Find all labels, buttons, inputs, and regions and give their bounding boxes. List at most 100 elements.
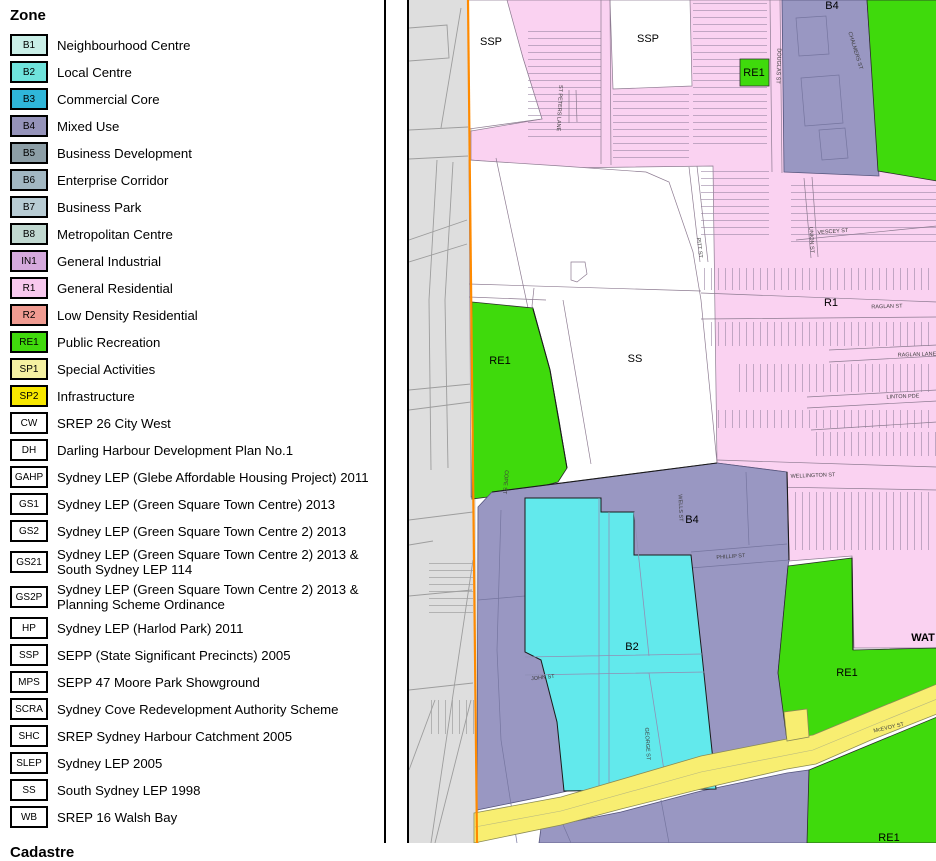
zone-swatch-b2: B2 [10,61,48,83]
zone-swatch-b4: B4 [10,115,48,137]
legend-row-b8: B8 Metropolitan Centre [10,223,384,245]
zone-swatch-r2: R2 [10,304,48,326]
zone-label-b7: Business Park [57,200,141,215]
zone-label-gs1: Sydney LEP (Green Square Town Centre) 20… [57,497,335,512]
zone-map-label-7: B4 [685,514,698,526]
road-side-stub [784,709,809,741]
zone-swatch-b8: B8 [10,223,48,245]
zone-swatch-sp1: SP1 [10,358,48,380]
zone-label-b1: Neighbourhood Centre [57,38,190,53]
legend-row-r1: R1General Residential [10,277,384,299]
zone-swatch-re1: RE1 [10,331,48,353]
zone-swatch-wb: WB [10,806,48,828]
zone-map-label-3: RE1 [743,67,764,79]
zone-swatch-dh: DH [10,439,48,461]
legend-row-gahp: GAHP Sydney LEP (Glebe Affordable Housing… [10,466,384,488]
legend-row-ssp: SSP SEPP (State Significant Precincts) 20… [10,644,384,666]
zone-swatch-slep: SLEP [10,752,48,774]
cadastre-legend-title: Cadastre [10,844,384,861]
zone-map-label-0: SSP [480,36,502,48]
zone-legend-list: B1 Neighbourhood Centre B2 Local Centre B3 Co… [10,34,384,828]
legend-row-b5: B5 Business Development [10,142,384,164]
zone-swatch-gs21: GS21 [10,551,48,573]
map-canvas[interactable]: SSPSSPB4RE1R1SSRE1B4B2RE1WATRE1ST PETERS… [409,0,936,843]
legend-row-b7: B7 Business Park [10,196,384,218]
zoning-map-svg: SSPSSPB4RE1R1SSRE1B4B2RE1WATRE1ST PETERS… [409,0,936,843]
legend-row-gs2: GS2Sydney LEP (Green Square Town Centre … [10,520,384,542]
zone-swatch-shc: SHC [10,725,48,747]
zone-re1-prince-alfred-park [867,0,936,181]
legend-row-b1: B1 Neighbourhood Centre [10,34,384,56]
zone-map-label-5: SS [628,353,643,365]
zone-label-scra: Sydney Cove Redevelopment Authority Sche… [57,702,339,717]
zone-swatch-mps: MPS [10,671,48,693]
legend-row-shc: SHCSREP Sydney Harbour Catchment 2005 [10,725,384,747]
zone-label-in1: General Industrial [57,254,161,269]
zone-label-dh: Darling Harbour Development Plan No.1 [57,443,293,458]
zone-swatch-hp: HP [10,617,48,639]
zone-swatch-b7: B7 [10,196,48,218]
zone-label-gahp: Sydney LEP (Glebe Affordable Housing Pro… [57,470,369,485]
legend-row-b2: B2 Local Centre [10,61,384,83]
zone-label-slep: Sydney LEP 2005 [57,756,162,771]
zone-label-wb: SREP 16 Walsh Bay [57,810,177,825]
zone-map-label-6: RE1 [489,355,510,367]
zone-label-b2: Local Centre [57,65,132,80]
legend-row-mps: MPS SEPP 47 Moore Park Showground [10,671,384,693]
zone-map-label-9: RE1 [836,667,857,679]
legend-row-ss: SSSouth Sydney LEP 1998 [10,779,384,801]
zone-legend-title: Zone [10,7,384,24]
legend-row-gs2p: GS2P Sydney LEP (Green Square Town Centre… [10,582,384,612]
zone-label-gs2p: Sydney LEP (Green Square Town Centre 2) … [57,582,372,612]
zone-label-r2: Low Density Residential [57,308,198,323]
zone-swatch-gahp: GAHP [10,466,48,488]
legend-row-sp1: SP1 Special Activities [10,358,384,380]
legend-row-slep: SLEP Sydney LEP 2005 [10,752,384,774]
zone-label-sp1: Special Activities [57,362,155,377]
zone-label-mps: SEPP 47 Moore Park Showground [57,675,260,690]
zone-swatch-sp2: SP2 [10,385,48,407]
zone-swatch-cw: CW [10,412,48,434]
zone-label-gs21: Sydney LEP (Green Square Town Centre 2) … [57,547,372,577]
zone-map-label-10: WAT [911,632,935,644]
legend-row-cw: CW SREP 26 City West [10,412,384,434]
zone-swatch-gs2p: GS2P [10,586,48,608]
zone-map-label-8: B2 [625,641,638,653]
zone-map-label-11: RE1 [878,832,899,843]
zone-swatch-in1: IN1 [10,250,48,272]
zone-swatch-b1: B1 [10,34,48,56]
zone-label-hp: Sydney LEP (Harlod Park) 2011 [57,621,243,636]
zone-swatch-b6: B6 [10,169,48,191]
zone-swatch-ssp: SSP [10,644,48,666]
legend-row-gs1: GS1 Sydney LEP (Green Square Town Centre)… [10,493,384,515]
legend-row-re1: RE1 Public Recreation [10,331,384,353]
zoning-map-app: { "panel": { "zone_header": "Zone", "cad… [0,0,936,843]
zone-swatch-r1: R1 [10,277,48,299]
zone-label-gs2: Sydney LEP (Green Square Town Centre 2) … [57,524,346,539]
zone-label-ss: South Sydney LEP 1998 [57,783,200,798]
legend-row-scra: SCRASydney Cove Redevelopment Authority … [10,698,384,720]
legend-row-r2: R2 Low Density Residential [10,304,384,326]
street-map-label-8: LINTON PDE [886,393,919,400]
legend-row-hp: HP Sydney LEP (Harlod Park) 2011 [10,617,384,639]
zone-label-re1: Public Recreation [57,335,160,350]
street-map-label-6: RAGLAN ST [871,303,903,310]
zone-label-sp2: Infrastructure [57,389,135,404]
zone-label-ssp: SEPP (State Significant Precincts) 2005 [57,648,291,663]
zone-swatch-b3: B3 [10,88,48,110]
zone-label-b3: Commercial Core [57,92,160,107]
zone-label-b5: Business Development [57,146,192,161]
legend-row-gs21: GS21 Sydney LEP (Green Square Town Centre… [10,547,384,577]
zone-label-b6: Enterprise Corridor [57,173,168,188]
street-map-label-11: WELLS ST [677,494,684,522]
legend-panel: Zone B1 Neighbourhood Centre B2 Local Centr… [0,0,386,843]
legend-row-b4: B4 Mixed Use [10,115,384,137]
legend-row-in1: IN1 General Industrial [10,250,384,272]
zone-swatch-b5: B5 [10,142,48,164]
zone-label-b8: Metropolitan Centre [57,227,173,242]
zone-swatch-gs1: GS1 [10,493,48,515]
zone-map-label-1: SSP [637,33,659,45]
zone-label-cw: SREP 26 City West [57,416,171,431]
legend-row-dh: DH Darling Harbour Development Plan No.1 [10,439,384,461]
zone-label-b4: Mixed Use [57,119,119,134]
